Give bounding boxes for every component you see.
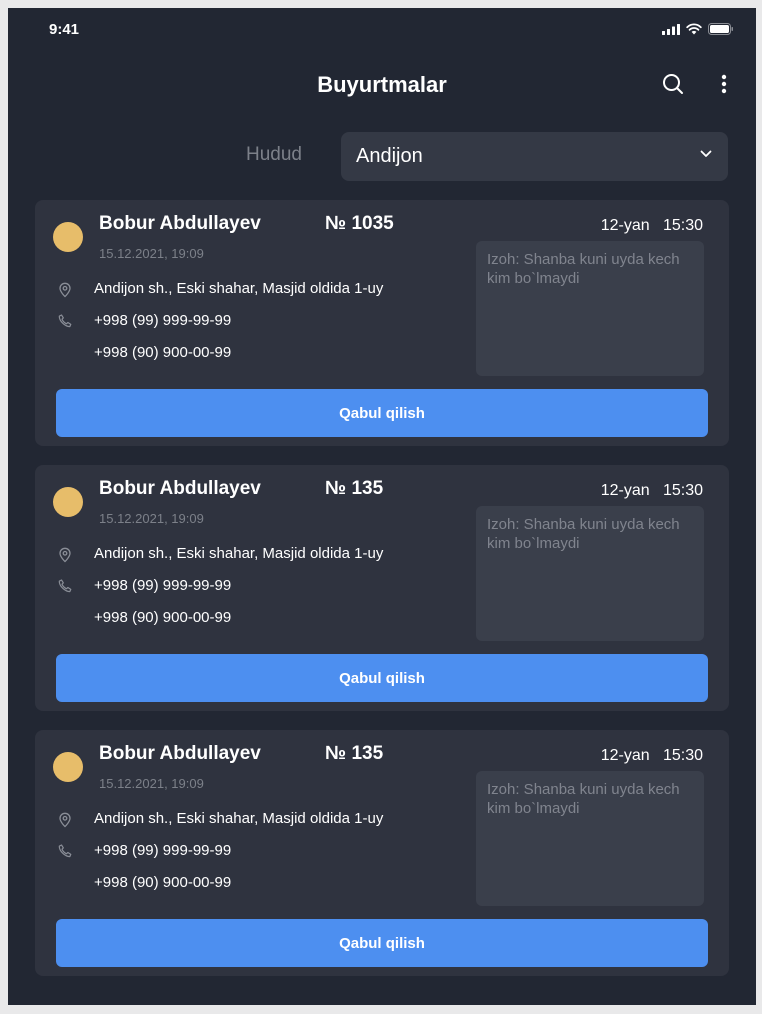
phone-icon bbox=[58, 579, 72, 593]
status-icons bbox=[662, 23, 734, 35]
order-note: Izoh: Shanba kuni uyda kech kim bo`lmayd… bbox=[476, 241, 704, 376]
order-note: Izoh: Shanba kuni uyda kech kim bo`lmayd… bbox=[476, 506, 704, 641]
app-screen: 9:41 Buyurtmalar Hudud Andijon Bobur Abd… bbox=[8, 8, 756, 1005]
app-header: Buyurtmalar bbox=[8, 60, 756, 108]
search-icon bbox=[663, 74, 683, 94]
location-pin-icon bbox=[59, 812, 71, 828]
customer-name: Bobur Abdullayev bbox=[99, 743, 261, 764]
phone-icon bbox=[58, 314, 72, 328]
location-pin-icon bbox=[59, 282, 71, 298]
avatar bbox=[53, 752, 83, 782]
signal-icon bbox=[662, 23, 680, 35]
wifi-icon bbox=[686, 23, 702, 35]
phone-primary[interactable]: +998 (99) 999-99-99 bbox=[94, 577, 231, 594]
delivery-address: Andijon sh., Eski shahar, Masjid oldida … bbox=[94, 810, 384, 827]
delivery-address: Andijon sh., Eski shahar, Masjid oldida … bbox=[94, 280, 384, 297]
chevron-down-icon bbox=[700, 150, 712, 157]
order-datetime: 12-yan 15:30 bbox=[601, 482, 703, 500]
order-datetime: 12-yan 15:30 bbox=[601, 747, 703, 765]
status-time: 9:41 bbox=[49, 21, 80, 38]
order-card: Bobur Abdullayev № 135 12-yan 15:30 15.1… bbox=[35, 465, 729, 711]
order-number: № 1035 bbox=[325, 213, 394, 234]
phone-icon bbox=[58, 844, 72, 858]
order-time: 15:30 bbox=[662, 747, 703, 764]
more-vertical-icon bbox=[721, 74, 727, 94]
phone-primary[interactable]: +998 (99) 999-99-99 bbox=[94, 842, 231, 859]
customer-name: Bobur Abdullayev bbox=[99, 478, 261, 499]
customer-name: Bobur Abdullayev bbox=[99, 213, 261, 234]
order-time: 15:30 bbox=[662, 217, 703, 234]
order-card: Bobur Abdullayev № 1035 12-yan 15:30 15.… bbox=[35, 200, 729, 446]
accept-order-button[interactable]: Qabul qilish bbox=[56, 389, 708, 437]
created-at: 15.12.2021, 19:09 bbox=[99, 511, 204, 526]
order-date: 12-yan bbox=[600, 747, 650, 764]
battery-icon bbox=[708, 23, 733, 35]
avatar bbox=[53, 222, 83, 252]
order-date: 12-yan bbox=[600, 482, 650, 499]
order-datetime: 12-yan 15:30 bbox=[601, 217, 703, 235]
order-time: 15:30 bbox=[662, 482, 703, 499]
accept-order-button[interactable]: Qabul qilish bbox=[56, 654, 708, 702]
search-button[interactable] bbox=[659, 70, 687, 98]
order-card: Bobur Abdullayev № 135 12-yan 15:30 15.1… bbox=[35, 730, 729, 976]
phone-secondary[interactable]: +998 (90) 900-00-99 bbox=[94, 609, 231, 626]
page-title: Buyurtmalar bbox=[317, 72, 447, 97]
accept-order-button[interactable]: Qabul qilish bbox=[56, 919, 708, 967]
created-at: 15.12.2021, 19:09 bbox=[99, 776, 204, 791]
region-select[interactable]: Andijon bbox=[341, 132, 728, 181]
order-note: Izoh: Shanba kuni uyda kech kim bo`lmayd… bbox=[476, 771, 704, 906]
location-pin-icon bbox=[59, 547, 71, 563]
avatar bbox=[53, 487, 83, 517]
created-at: 15.12.2021, 19:09 bbox=[99, 246, 204, 261]
region-select-value: Andijon bbox=[356, 145, 423, 167]
region-filter-label: Hudud bbox=[246, 144, 302, 165]
order-number: № 135 bbox=[325, 743, 384, 764]
order-date: 12-yan bbox=[600, 217, 650, 234]
phone-secondary[interactable]: +998 (90) 900-00-99 bbox=[94, 874, 231, 891]
phone-primary[interactable]: +998 (99) 999-99-99 bbox=[94, 312, 231, 329]
phone-secondary[interactable]: +998 (90) 900-00-99 bbox=[94, 344, 231, 361]
order-number: № 135 bbox=[325, 478, 384, 499]
more-options-button[interactable] bbox=[710, 70, 738, 98]
delivery-address: Andijon sh., Eski shahar, Masjid oldida … bbox=[94, 545, 384, 562]
status-bar: 9:41 bbox=[8, 8, 756, 52]
